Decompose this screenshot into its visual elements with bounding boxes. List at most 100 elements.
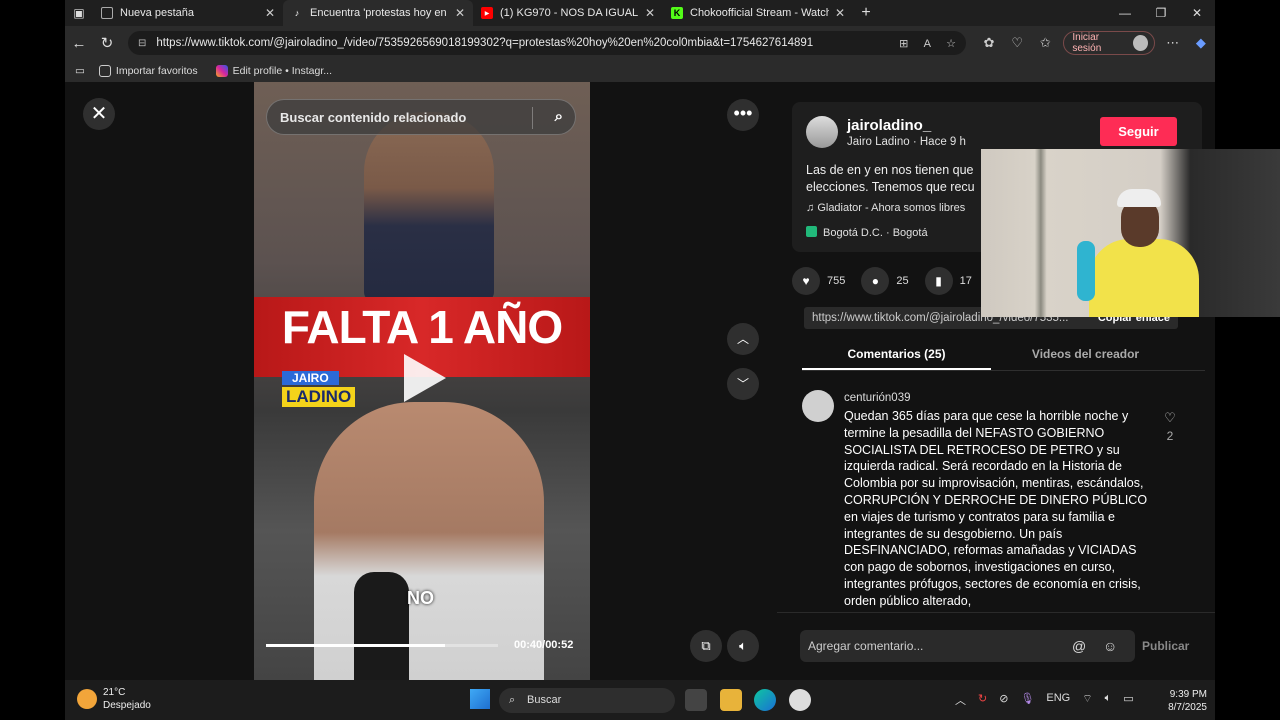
toolbar-right: ✿ ♡ ✩ Iniciar sesión ⋯ ◆ xyxy=(975,31,1215,55)
chevron-up-icon[interactable]: ︿ xyxy=(955,692,966,708)
bookmarks-toggle-icon[interactable]: ▭ xyxy=(75,65,85,77)
sync-icon[interactable]: ↻ xyxy=(978,692,987,708)
weather-sun-icon xyxy=(77,689,97,709)
video-progress-bar[interactable] xyxy=(266,644,498,647)
volume-button[interactable]: 🔈︎ xyxy=(727,630,759,662)
folder-icon xyxy=(98,65,111,77)
music-link[interactable]: ♫ Gladiator - Ahora somos libres xyxy=(806,202,965,214)
close-viewer-button[interactable]: ✕ xyxy=(83,98,115,130)
emoji-icon[interactable]: ☺ xyxy=(1103,630,1117,662)
like-button[interactable]: ♥ 755 xyxy=(792,267,845,295)
location-link[interactable]: Bogotá D.C. · Bogotá xyxy=(806,226,928,239)
bookmark-instagram[interactable]: Edit profile • Instagr... xyxy=(215,65,332,77)
microphone-icon[interactable]: 🎙︎ xyxy=(1020,692,1034,708)
site-info-icon[interactable]: ⊟ xyxy=(138,38,146,49)
tab-youtube[interactable]: ▶ (1) KG970 - NOS DA IGUAL (VIDE ✕ xyxy=(473,0,663,26)
browser-window: ▣ Nueva pestaña ✕ ♪ Encuentra 'protestas… xyxy=(65,0,1215,720)
publish-button[interactable]: Publicar xyxy=(1142,630,1189,662)
save-count: 17 xyxy=(959,275,972,287)
comment-button[interactable]: ● 25 xyxy=(861,267,909,295)
taskbar-search[interactable]: ⌕ Buscar xyxy=(499,688,675,713)
comment-input[interactable]: Agregar comentario... @ ☺ xyxy=(800,630,1135,662)
streamer-cap xyxy=(1117,189,1161,207)
signin-button[interactable]: Iniciar sesión xyxy=(1063,31,1155,55)
maximize-icon[interactable]: ❐ xyxy=(1143,0,1179,26)
video-caption: NO xyxy=(407,588,434,608)
search-icon[interactable]: ⌕ xyxy=(555,108,563,125)
edge-browser-icon[interactable] xyxy=(754,689,776,711)
play-icon[interactable] xyxy=(404,354,446,402)
read-aloud-icon[interactable]: A xyxy=(924,38,931,50)
comment-count: 25 xyxy=(896,275,909,287)
instagram-icon xyxy=(215,65,228,77)
chrome-icon[interactable] xyxy=(789,689,811,711)
creator-avatar[interactable] xyxy=(806,116,838,148)
volume-icon[interactable]: 🔈︎ xyxy=(1105,692,1112,708)
favorites-icon[interactable]: ✩ xyxy=(1031,35,1059,51)
panel-tabs: Comentarios (25) Videos del creador xyxy=(802,339,1205,371)
floating-player-button[interactable]: ⧉ xyxy=(690,630,722,662)
close-window-icon[interactable]: ✕ xyxy=(1179,0,1215,26)
streamer-microphone xyxy=(1077,241,1095,301)
back-icon[interactable]: ← xyxy=(65,35,93,52)
tab-actions-icon[interactable]: ▣ xyxy=(65,0,93,26)
reload-icon[interactable]: ↻ xyxy=(93,34,121,52)
comment-like-icon[interactable]: ♡ xyxy=(1160,410,1180,426)
language-indicator[interactable]: ENG xyxy=(1046,692,1070,708)
close-icon[interactable]: ✕ xyxy=(645,6,655,20)
app-available-icon[interactable]: ⊞ xyxy=(899,38,908,50)
weather-widget[interactable]: 21°C Despejado xyxy=(77,686,151,712)
tab-label: Encuentra 'protestas hoy en col0 xyxy=(310,7,449,19)
comment-composer: Agregar comentario... @ ☺ Publicar xyxy=(777,612,1215,680)
tab-tiktok[interactable]: ♪ Encuentra 'protestas hoy en col0 ✕ xyxy=(283,0,473,26)
task-view-icon[interactable] xyxy=(685,689,707,711)
location-text: Bogotá D.C. · Bogotá xyxy=(823,227,928,239)
comment-like-count: 2 xyxy=(1166,429,1174,443)
system-tray: ︿ ↻ ⊘ 🎙︎ ENG ⌔ 🔈︎ ▭ xyxy=(955,692,1146,708)
tab-nueva-pestana[interactable]: Nueva pestaña ✕ xyxy=(93,0,283,26)
tab-comments[interactable]: Comentarios (25) xyxy=(802,339,991,370)
tab-kick[interactable]: K Chokoofficial Stream - Watch Live ✕ xyxy=(663,0,853,26)
chevron-down-icon: ﹀ xyxy=(736,377,749,391)
save-button[interactable]: ▮ 17 xyxy=(924,267,972,295)
network-off-icon[interactable]: ⊘ xyxy=(999,692,1008,708)
close-icon[interactable]: ✕ xyxy=(835,6,845,20)
browser-essentials-icon[interactable]: ♡ xyxy=(1003,35,1031,51)
extensions-icon[interactable]: ✿ xyxy=(975,35,1003,51)
file-explorer-icon[interactable] xyxy=(720,689,742,711)
previous-video-button[interactable]: ︿ xyxy=(727,323,759,355)
follow-button[interactable]: Seguir xyxy=(1100,117,1177,146)
close-icon[interactable]: ✕ xyxy=(455,6,465,20)
minimize-icon[interactable]: — xyxy=(1107,0,1143,26)
microphone-shape xyxy=(354,572,409,680)
commenter-username[interactable]: centurión039 xyxy=(844,392,911,404)
url-field[interactable]: ⊟ https://www.tiktok.com/@jairoladino_/v… xyxy=(128,31,966,55)
weather-condition: Despejado xyxy=(103,700,151,711)
address-bar: ← ↻ ⊟ https://www.tiktok.com/@jairoladin… xyxy=(65,26,1215,60)
edge-newtab-icon xyxy=(101,7,113,19)
video-player[interactable]: FALTA 1 AÑO JAIRO LADINO NO Buscar conte… xyxy=(254,82,590,680)
description-line: Las de en y en nos tienen que xyxy=(806,163,974,177)
close-icon[interactable]: ✕ xyxy=(265,6,275,20)
windows-start-icon[interactable] xyxy=(470,689,490,709)
mention-icon[interactable]: @ xyxy=(1072,630,1086,662)
battery-icon[interactable]: ▭ xyxy=(1123,692,1133,708)
more-options-button[interactable]: ••• xyxy=(727,99,759,131)
next-video-button[interactable]: ﹀ xyxy=(727,368,759,400)
bookmark-import[interactable]: Importar favoritos xyxy=(98,65,198,77)
favorite-star-icon[interactable]: ☆ xyxy=(946,38,956,50)
wifi-icon[interactable]: ⌔ xyxy=(1082,692,1092,708)
creator-username[interactable]: jairoladino_ xyxy=(847,117,931,134)
description-line: elecciones. Tenemos que recu xyxy=(806,180,975,194)
taskbar-clock[interactable]: 9:39 PM 8/7/2025 xyxy=(1155,688,1207,714)
profile-avatar-icon xyxy=(1132,35,1148,51)
clock-time: 9:39 PM xyxy=(1169,689,1207,700)
tab-creator-videos[interactable]: Videos del creador xyxy=(991,339,1180,370)
related-search-input[interactable]: Buscar contenido relacionado ⌕ xyxy=(266,99,576,135)
tab-label: (1) KG970 - NOS DA IGUAL (VIDE xyxy=(500,7,639,19)
search-icon: ⌕ xyxy=(509,694,516,706)
more-menu-icon[interactable]: ⋯ xyxy=(1159,35,1187,51)
copilot-icon[interactable]: ◆ xyxy=(1187,35,1215,51)
commenter-avatar[interactable] xyxy=(802,390,834,422)
new-tab-button[interactable]: + xyxy=(853,4,879,22)
